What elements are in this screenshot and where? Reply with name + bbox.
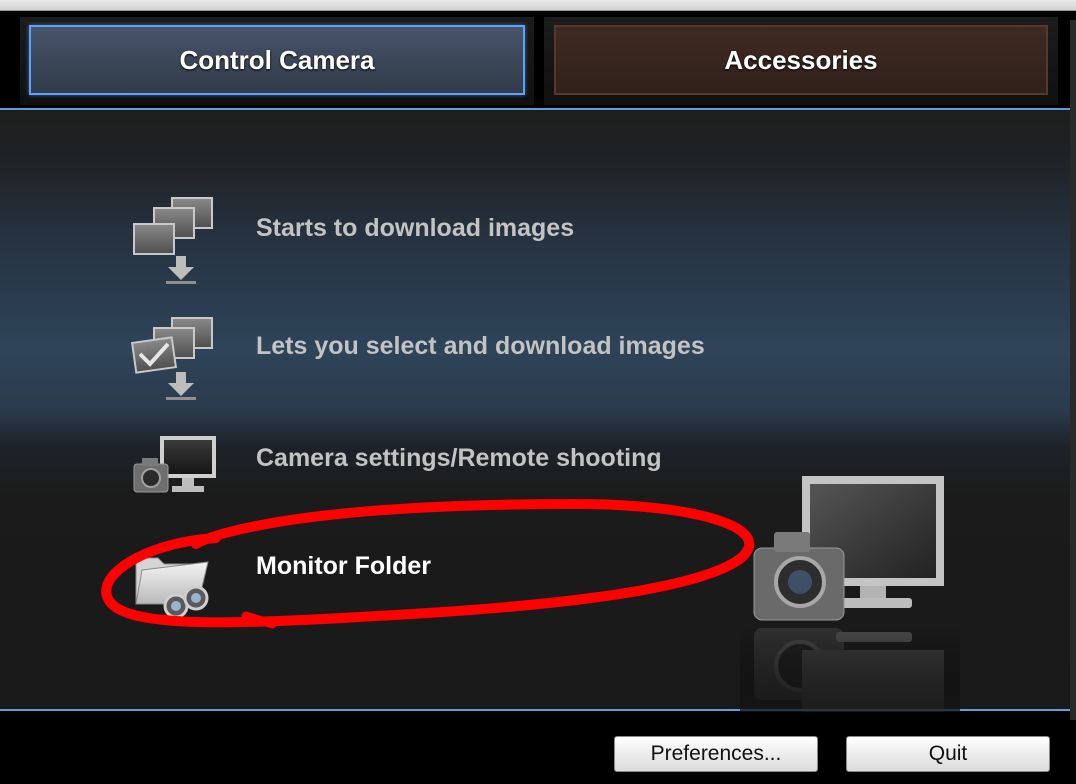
bottom-bar: Preferences... Quit bbox=[0, 712, 1076, 784]
main-panel: Starts to download images Lets you selec… bbox=[0, 108, 1076, 740]
menu-item-select-download[interactable]: Lets you select and download images bbox=[128, 314, 768, 414]
remote-shooting-icon bbox=[133, 436, 216, 493]
menu-item-remote-shooting[interactable]: Camera settings/Remote shooting bbox=[128, 428, 768, 528]
download-images-icon bbox=[133, 197, 213, 284]
menu-item-label: Lets you select and download images bbox=[256, 332, 705, 360]
title-bar bbox=[0, 0, 1076, 11]
preferences-button[interactable]: Preferences... bbox=[614, 736, 818, 772]
menu-item-label: Starts to download images bbox=[256, 214, 575, 242]
tab-frame-control-camera: Control Camera bbox=[20, 17, 534, 105]
monitor-folder-icon bbox=[135, 557, 209, 619]
tab-bar: Control Camera Accessories bbox=[0, 11, 1076, 107]
tab-frame-accessories: Accessories bbox=[544, 17, 1058, 105]
menu-item-label: Camera settings/Remote shooting bbox=[256, 444, 662, 472]
menu-item-label: Monitor Folder bbox=[256, 552, 431, 580]
menu-item-monitor-folder[interactable]: Monitor Folder bbox=[128, 540, 768, 640]
tab-accessories[interactable]: Accessories bbox=[554, 25, 1048, 95]
select-download-icon bbox=[130, 317, 213, 400]
camera-monitor-illustration bbox=[740, 476, 960, 740]
tab-control-camera[interactable]: Control Camera bbox=[29, 25, 525, 95]
window-edge bbox=[1070, 20, 1076, 720]
quit-button[interactable]: Quit bbox=[846, 736, 1050, 772]
menu-item-download-images[interactable]: Starts to download images bbox=[128, 196, 768, 296]
app-window: Control Camera Accessories Starts to dow… bbox=[0, 0, 1076, 784]
